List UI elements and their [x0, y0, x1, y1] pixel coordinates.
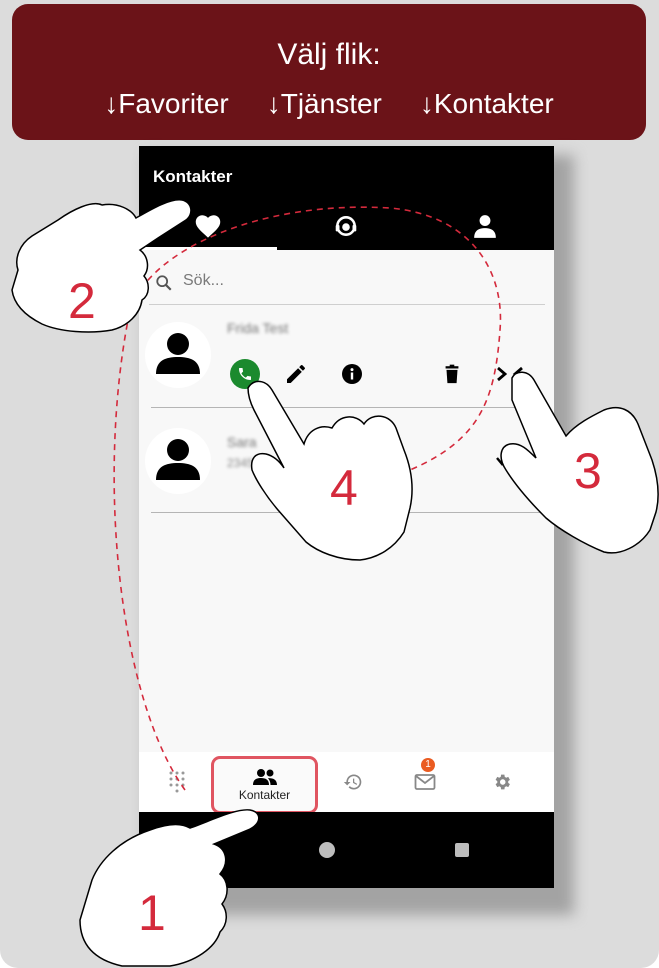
- dialpad-icon: [169, 771, 185, 793]
- page-title: Kontakter: [153, 167, 233, 186]
- contacts-icon: [252, 769, 277, 785]
- system-navigation-bar: [139, 812, 554, 888]
- person-icon: [156, 333, 200, 374]
- collapse-button[interactable]: [495, 359, 525, 389]
- tab-favorites[interactable]: [139, 202, 277, 250]
- history-icon: [343, 774, 362, 790]
- divider: [151, 512, 545, 513]
- active-tab-indicator: [139, 247, 277, 250]
- trash-icon: [445, 364, 459, 384]
- call-button[interactable]: [230, 359, 260, 389]
- avatar: [145, 322, 211, 388]
- recents-button[interactable]: [455, 843, 469, 857]
- app-header: Kontakter: [139, 146, 554, 250]
- heart-icon: [195, 215, 221, 238]
- edit-button[interactable]: [281, 359, 311, 389]
- delete-button[interactable]: [437, 359, 467, 389]
- notification-badge: 1: [421, 758, 435, 772]
- expand-button[interactable]: [495, 454, 509, 473]
- nav-dialpad[interactable]: [153, 752, 201, 812]
- info-icon: [342, 364, 362, 384]
- tab-contacts[interactable]: [416, 202, 554, 250]
- list-item[interactable]: Sara 23456: [139, 408, 554, 513]
- contact-number: 23456: [227, 456, 261, 470]
- person-icon: [474, 215, 496, 238]
- info-button[interactable]: [337, 359, 367, 389]
- banner-tab-list: ↓Favoriter ↓Tjänster ↓Kontakter: [12, 88, 646, 120]
- phone-screen: Kontakter Frida Test: [139, 146, 554, 888]
- search-bar: [149, 266, 545, 305]
- instruction-banner: Välj flik: ↓Favoriter ↓Tjänster ↓Kontakt…: [12, 4, 646, 140]
- chevron-down-icon: [496, 457, 508, 466]
- search-icon: [156, 275, 172, 291]
- search-input[interactable]: [181, 271, 525, 291]
- home-button[interactable]: [319, 842, 335, 858]
- nav-history[interactable]: [329, 752, 377, 812]
- gear-icon: [495, 774, 510, 790]
- list-item[interactable]: Frida Test: [139, 304, 554, 408]
- tab-services[interactable]: [277, 202, 415, 250]
- bottom-navigation: Kontakter 1: [139, 752, 554, 814]
- collapse-icon: [497, 366, 523, 382]
- banner-tab-tjanster: ↓Tjänster: [266, 88, 382, 119]
- nav-messages[interactable]: 1: [401, 752, 449, 812]
- nav-contacts-label: Kontakter: [238, 788, 291, 802]
- banner-tab-kontakter: ↓Kontakter: [419, 88, 554, 119]
- person-icon: [156, 439, 200, 480]
- banner-tab-favoriter: ↓Favoriter: [104, 88, 229, 119]
- headset-icon: [335, 216, 357, 236]
- pencil-icon: [287, 365, 305, 383]
- phone-icon: [239, 368, 251, 380]
- banner-title: Välj flik:: [277, 38, 381, 71]
- nav-contacts[interactable]: Kontakter: [211, 756, 318, 814]
- avatar: [145, 428, 211, 494]
- contact-name: Frida Test: [227, 320, 289, 336]
- nav-settings[interactable]: [478, 752, 526, 812]
- mail-icon: [414, 774, 436, 790]
- contact-name: Sara: [227, 434, 257, 450]
